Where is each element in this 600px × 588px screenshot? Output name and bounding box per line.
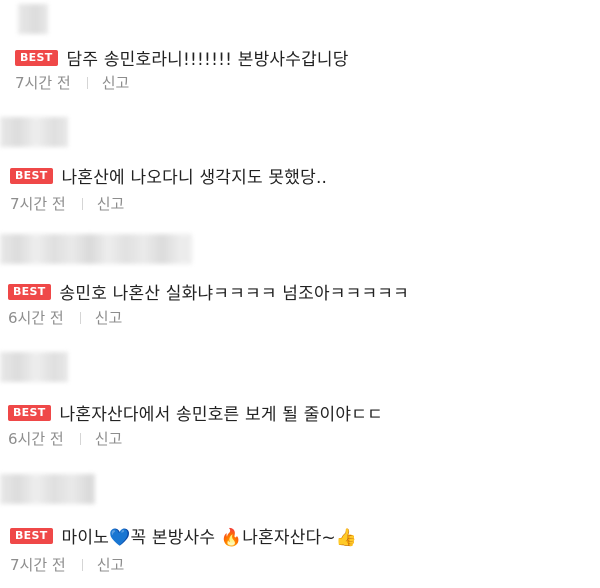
comment-time: 6시간 전 xyxy=(8,430,64,448)
best-badge: BEST xyxy=(15,49,58,66)
blurred-username xyxy=(0,234,192,264)
best-badge: BEST xyxy=(10,527,53,544)
best-badge: BEST xyxy=(8,404,51,421)
comment-content: BEST 나혼산에 나오다니 생각지도 못했당.. xyxy=(10,163,327,188)
comment-text-part: 마이노 xyxy=(61,528,110,548)
comment-time: 7시간 전 xyxy=(15,74,71,92)
report-button[interactable]: 신고 xyxy=(95,428,123,449)
comment-time: 6시간 전 xyxy=(8,309,64,327)
report-button[interactable]: 신고 xyxy=(95,307,123,328)
meta-divider xyxy=(86,76,88,89)
blurred-username xyxy=(0,352,68,382)
meta-divider xyxy=(81,558,83,571)
comment-text: 송민호 나혼산 실화냐ㅋㅋㅋㅋ 넘조아ㅋㅋㅋㅋㅋ xyxy=(59,284,409,304)
comment-meta: 7시간 전 신고 xyxy=(10,193,124,214)
comment-time: 7시간 전 xyxy=(10,195,66,213)
comment-meta: 6시간 전 신고 xyxy=(8,307,122,328)
thumbs-up-icon: 👍 xyxy=(335,528,358,548)
comment-content: BEST 나혼자산다에서 송민호른 보게 될 줄이야ㄷㄷ xyxy=(8,400,383,425)
comment-text: 나혼자산다에서 송민호른 보게 될 줄이야ㄷㄷ xyxy=(59,405,383,425)
comment-content: BEST 마이노💙꼭 본방사수 🔥나혼자산다~👍 xyxy=(10,523,357,548)
comment-meta: 7시간 전 신고 xyxy=(10,554,124,575)
comment-time: 7시간 전 xyxy=(10,556,66,574)
best-badge: BEST xyxy=(10,167,53,184)
fire-icon: 🔥 xyxy=(220,528,243,548)
meta-divider xyxy=(79,432,81,445)
comment-text: 나혼산에 나오다니 생각지도 못했당.. xyxy=(61,168,328,188)
blurred-username xyxy=(0,474,95,504)
report-button[interactable]: 신고 xyxy=(97,193,125,214)
comment-text: 마이노💙꼭 본방사수 🔥나혼자산다~👍 xyxy=(62,523,358,548)
comment-text: 담주 송민호라니!!!!!!! 본방사수갑니당 xyxy=(66,50,349,70)
blurred-username xyxy=(0,117,68,147)
meta-divider xyxy=(79,311,81,324)
report-button[interactable]: 신고 xyxy=(102,72,130,93)
meta-divider xyxy=(81,197,83,210)
comment-content: BEST 송민호 나혼산 실화냐ㅋㅋㅋㅋ 넘조아ㅋㅋㅋㅋㅋ xyxy=(8,279,409,304)
comment-meta: 6시간 전 신고 xyxy=(8,428,122,449)
comment-text-part: 꼭 본방사수 xyxy=(130,528,221,548)
blue-heart-icon: 💙 xyxy=(109,528,131,548)
report-button[interactable]: 신고 xyxy=(97,554,125,575)
comment-content: BEST 담주 송민호라니!!!!!!! 본방사수갑니당 xyxy=(15,45,349,70)
blurred-username xyxy=(18,4,48,34)
comment-meta: 7시간 전 신고 xyxy=(15,72,129,93)
comment-text-part: 나혼자산다~ xyxy=(242,528,336,548)
best-badge: BEST xyxy=(8,283,51,300)
